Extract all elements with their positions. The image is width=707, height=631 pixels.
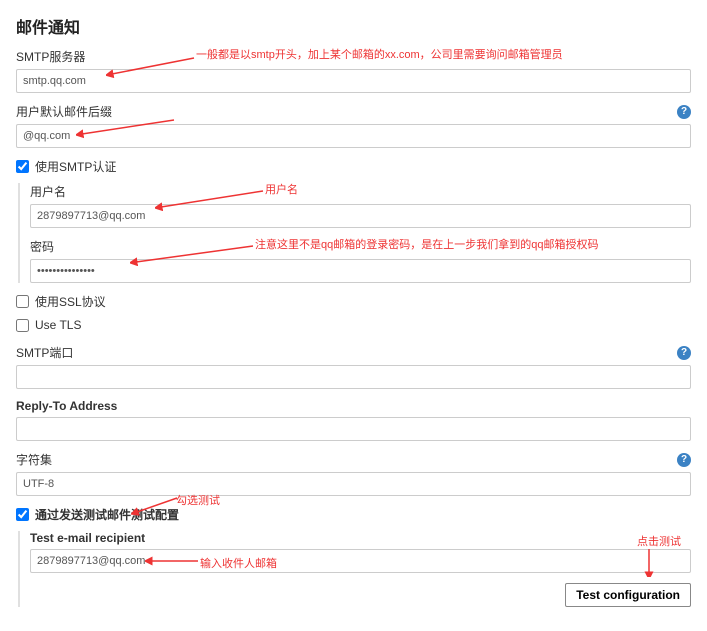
page-title: 邮件通知 — [16, 14, 691, 38]
password-input[interactable] — [30, 259, 691, 283]
reply-to-input[interactable] — [16, 417, 691, 441]
username-input[interactable] — [30, 204, 691, 228]
help-icon[interactable]: ? — [677, 346, 691, 360]
recipient-input[interactable] — [30, 549, 691, 573]
password-label: 密码 — [30, 238, 54, 255]
tls-label: Use TLS — [35, 318, 81, 332]
help-icon[interactable]: ? — [677, 105, 691, 119]
tls-checkbox[interactable] — [16, 319, 29, 332]
ssl-label: 使用SSL协议 — [35, 293, 106, 310]
test-configuration-button[interactable]: Test configuration — [565, 583, 691, 607]
default-suffix-label: 用户默认邮件后缀 — [16, 103, 112, 120]
test-config-checkbox[interactable] — [16, 508, 29, 521]
test-config-label: 通过发送测试邮件测试配置 — [35, 506, 179, 523]
smtp-port-input[interactable] — [16, 365, 691, 389]
charset-input[interactable] — [16, 472, 691, 496]
smtp-auth-label: 使用SMTP认证 — [35, 158, 116, 175]
charset-label: 字符集 — [16, 451, 52, 468]
ssl-checkbox[interactable] — [16, 295, 29, 308]
recipient-label: Test e-mail recipient — [30, 531, 145, 545]
default-suffix-input[interactable] — [16, 124, 691, 148]
help-icon[interactable]: ? — [677, 453, 691, 467]
username-label: 用户名 — [30, 183, 66, 200]
smtp-port-label: SMTP端口 — [16, 344, 73, 361]
smtp-server-input[interactable] — [16, 69, 691, 93]
smtp-server-label: SMTP服务器 — [16, 48, 85, 65]
reply-to-label: Reply-To Address — [16, 399, 117, 413]
smtp-auth-checkbox[interactable] — [16, 160, 29, 173]
